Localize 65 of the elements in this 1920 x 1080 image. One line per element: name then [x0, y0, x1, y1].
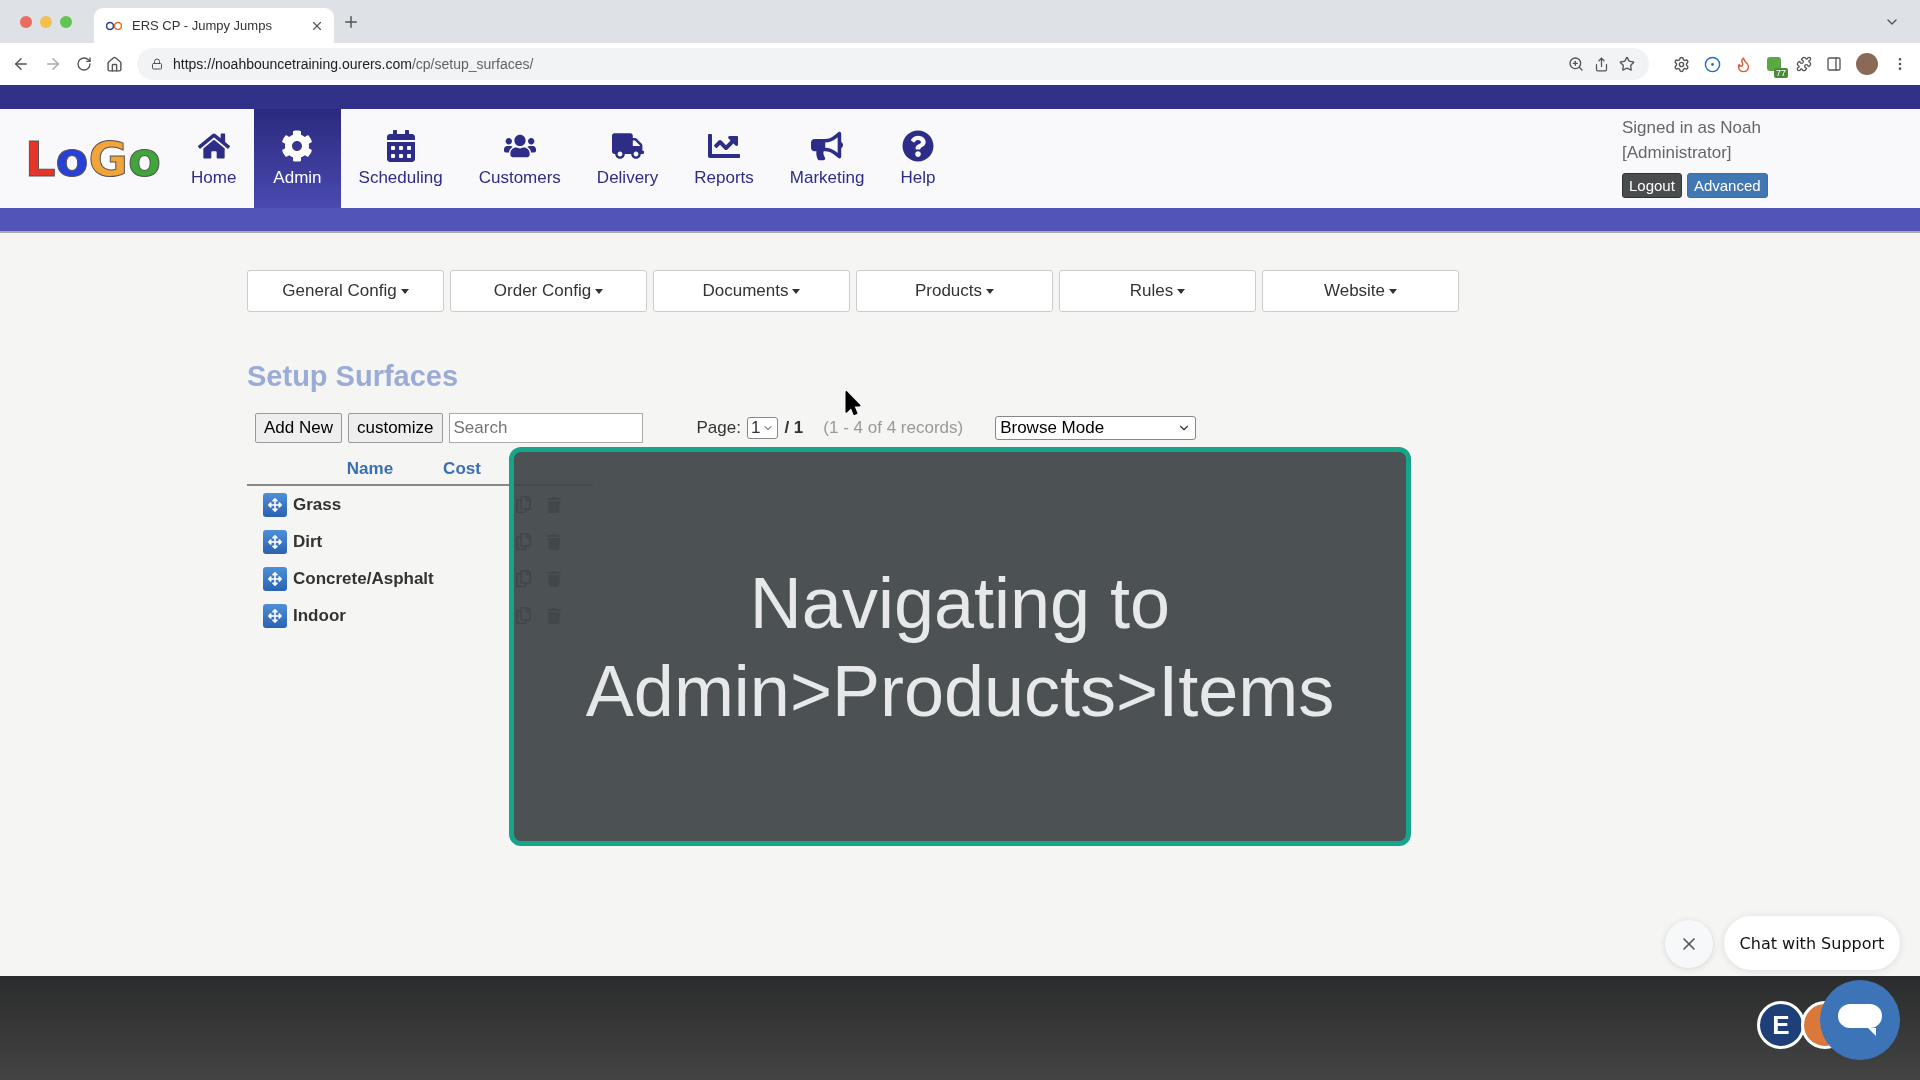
- reload-icon[interactable]: [76, 56, 92, 72]
- circle-icon[interactable]: [1704, 55, 1721, 73]
- advanced-button[interactable]: Advanced: [1686, 173, 1768, 198]
- mode-select[interactable]: Browse Mode: [995, 416, 1197, 440]
- add-new-button[interactable]: Add New: [255, 413, 342, 443]
- home-icon[interactable]: [106, 55, 123, 73]
- flame-icon[interactable]: [1735, 55, 1752, 73]
- dropdown-button[interactable]: Documents: [653, 270, 850, 312]
- avatar[interactable]: [1856, 53, 1878, 75]
- share-icon[interactable]: [1594, 56, 1609, 72]
- star-icon[interactable]: [1619, 56, 1635, 72]
- nav-item[interactable]: Home: [173, 109, 255, 208]
- rings-icon: [106, 20, 122, 31]
- column-header[interactable]: Name: [315, 459, 425, 479]
- page-label: Page:: [696, 418, 741, 438]
- row-name: Concrete/Asphalt: [293, 568, 435, 589]
- role-text: [Administrator]: [1622, 142, 1733, 164]
- records-count: (1 - 4 of 4 records): [823, 418, 964, 438]
- dropdown-button[interactable]: Order Config: [450, 270, 647, 312]
- help-icon: [901, 129, 934, 162]
- overlay-text: Admin>Products>Items: [585, 649, 1335, 733]
- logo[interactable]: LoGo: [25, 109, 157, 208]
- dropdown-button[interactable]: Rules: [1059, 270, 1256, 312]
- move-icon[interactable]: [263, 492, 287, 517]
- page-select[interactable]: 1: [746, 417, 779, 439]
- badge-count: 77: [1774, 68, 1788, 78]
- logout-button[interactable]: Logout: [1622, 173, 1682, 198]
- settings-icon: [281, 129, 314, 162]
- lock-icon: [151, 58, 163, 70]
- page-title: Setup Surfaces: [247, 360, 460, 394]
- row-name: Indoor: [293, 605, 347, 626]
- chat-bubble-icon: [1838, 1002, 1882, 1038]
- signed-in-text: Signed in as Noah: [1622, 117, 1762, 139]
- page-total: / 1: [784, 418, 804, 438]
- gear-icon[interactable]: [1673, 55, 1690, 73]
- calendar-icon: [384, 129, 417, 162]
- dropdown-button[interactable]: General Config: [247, 270, 444, 312]
- search-field[interactable]: Search: [448, 413, 643, 443]
- nav-item[interactable]: Reports: [676, 109, 772, 208]
- nav-item[interactable]: Customers: [460, 109, 579, 208]
- megaphone-icon: [811, 129, 844, 162]
- sidebar-icon[interactable]: [1826, 56, 1842, 72]
- nav-item[interactable]: Scheduling: [340, 109, 461, 208]
- browser-tab[interactable]: ERS CP - Jumpy Jumps: [94, 8, 334, 43]
- address-bar[interactable]: https://noahbouncetraining.ourers.com/cp/setup_surfaces/: [137, 48, 1649, 80]
- chat-button[interactable]: Chat with Support: [1724, 916, 1900, 970]
- zoom-icon[interactable]: [1568, 56, 1584, 72]
- back-icon[interactable]: [12, 55, 30, 73]
- overlay-text: Navigating to: [749, 561, 1171, 645]
- column-header[interactable]: Cost: [427, 459, 497, 479]
- tab-title: ERS CP - Jumpy Jumps: [132, 18, 273, 33]
- row-name: Dirt: [293, 531, 324, 552]
- dropdown-button[interactable]: Website: [1262, 270, 1459, 312]
- nav-item[interactable]: Delivery: [578, 109, 677, 208]
- customize-button[interactable]: customize: [348, 413, 443, 443]
- move-icon[interactable]: [263, 529, 287, 554]
- nav-item[interactable]: Marketing: [771, 109, 883, 208]
- move-icon[interactable]: [263, 566, 287, 591]
- row-name: Grass: [293, 494, 343, 515]
- dropdown-button[interactable]: Products: [856, 270, 1053, 312]
- nav-item[interactable]: Admin: [254, 109, 341, 208]
- extension-icon[interactable]: [1766, 56, 1782, 72]
- puzzle-icon[interactable]: [1796, 56, 1812, 72]
- move-icon[interactable]: [263, 603, 287, 628]
- nav-item[interactable]: Help: [882, 109, 954, 208]
